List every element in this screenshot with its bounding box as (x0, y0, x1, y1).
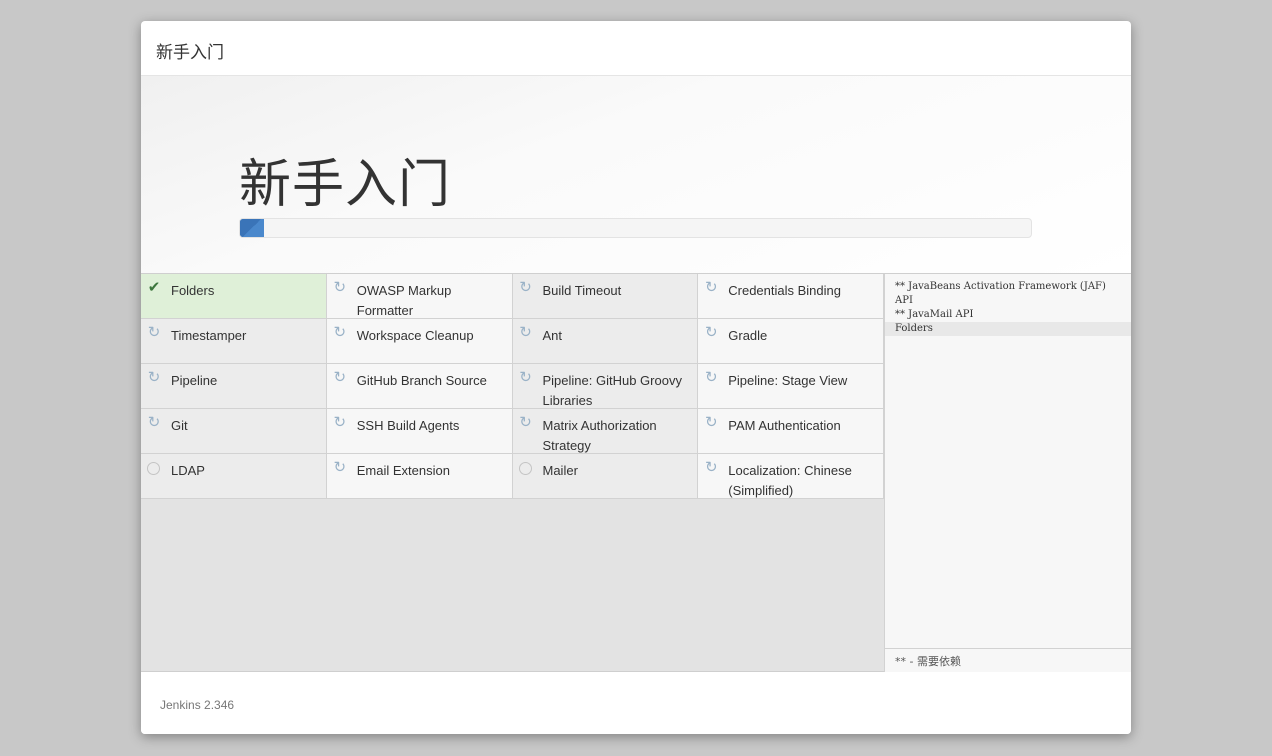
setup-wizard-dialog: 新手入门 新手入门 ✔ Folders ↻ OWASP Markup Formatte… (141, 21, 1131, 734)
log-line: ** JavaMail API (895, 309, 974, 320)
install-log: ** JavaBeans Activation Framework (JAF) … (885, 274, 1131, 336)
refresh-spinner-icon: ↻ (704, 414, 718, 431)
plugin-name: Gradle (728, 328, 768, 343)
plugin-item: ↻ Credentials Binding (698, 274, 884, 319)
plugin-item: ↻ Git (141, 409, 327, 454)
plugin-item: ↻ Pipeline: Stage View (698, 364, 884, 409)
plugin-name: Email Extension (356, 463, 450, 478)
plugin-name: Localization: Chinese (Simplified) (728, 463, 852, 498)
plugin-item: ↻ OWASP Markup Formatter (326, 274, 513, 319)
refresh-spinner-icon: ↻ (333, 369, 347, 386)
plugin-name: Mailer (542, 463, 578, 478)
log-line: Folders (885, 322, 1131, 336)
plugin-name: Credentials Binding (728, 283, 841, 298)
plugin-name: Folders (171, 283, 215, 298)
refresh-spinner-icon: ↻ (704, 459, 718, 476)
log-legend: ** - 需要依赖 (885, 648, 1131, 672)
plugin-item: ↻ GitHub Branch Source (326, 364, 513, 409)
install-progress-bar (239, 218, 1032, 238)
plugin-name: Pipeline (171, 373, 218, 388)
pending-circle-icon (518, 462, 532, 475)
dialog-title: 新手入门 (156, 43, 224, 62)
plugin-list: ✔ Folders ↻ OWASP Markup Formatter ↻ Build Ti… (141, 274, 884, 499)
plugin-item: ↻ Email Extension (326, 454, 513, 499)
refresh-spinner-icon: ↻ (704, 369, 718, 386)
plugin-name: GitHub Branch Source (356, 373, 487, 388)
refresh-spinner-icon: ↻ (147, 324, 161, 341)
jenkins-version: Jenkins 2.346 (160, 698, 235, 712)
plugin-name: Git (171, 418, 188, 433)
plugin-item: ✔ Folders (141, 274, 327, 319)
plugin-item: ↻ Pipeline: GitHub Groovy Libraries (512, 364, 699, 409)
hero-title: 新手入门 (239, 156, 452, 214)
refresh-spinner-icon: ↻ (519, 369, 532, 386)
plugin-item: LDAP (141, 454, 327, 499)
plugin-name: Timestamper (171, 328, 247, 343)
plugin-item: ↻ PAM Authentication (698, 409, 884, 454)
plugin-item: ↻ Ant (512, 319, 699, 364)
plugin-name: OWASP Markup Formatter (356, 283, 452, 318)
pending-circle-icon (147, 462, 160, 475)
refresh-spinner-icon: ↻ (704, 279, 718, 296)
log-line: ** JavaBeans Activation Framework (JAF) … (895, 281, 1110, 306)
plugin-name: SSH Build Agents (356, 418, 460, 433)
plugin-name: Workspace Cleanup (356, 328, 474, 343)
plugin-item: Mailer (512, 454, 699, 499)
refresh-spinner-icon: ↻ (147, 414, 161, 431)
refresh-spinner-icon: ↻ (147, 369, 161, 386)
dialog-footer: Jenkins 2.346 (141, 672, 1131, 734)
plugin-item: ↻ SSH Build Agents (326, 409, 513, 454)
hero-banner: 新手入门 (141, 76, 1131, 274)
refresh-spinner-icon: ↻ (519, 279, 532, 296)
plugin-name: Matrix Authorization Strategy (542, 418, 657, 453)
refresh-spinner-icon: ↻ (333, 279, 347, 296)
plugin-name: Ant (542, 328, 563, 343)
plugin-name: LDAP (171, 463, 205, 478)
plugin-name: Pipeline: GitHub Groovy Libraries (542, 373, 682, 408)
refresh-spinner-icon: ↻ (519, 324, 532, 341)
refresh-spinner-icon: ↻ (519, 414, 532, 431)
plugin-item: ↻ Matrix Authorization Strategy (512, 409, 699, 454)
install-content: ✔ Folders ↻ OWASP Markup Formatter ↻ Build Ti… (141, 274, 1131, 672)
plugin-item: ↻ Timestamper (141, 319, 327, 364)
check-icon: ✔ (147, 279, 161, 296)
dialog-header: 新手入门 (141, 21, 1131, 76)
refresh-spinner-icon: ↻ (704, 324, 718, 341)
plugin-item: ↻ Workspace Cleanup (326, 319, 513, 364)
refresh-spinner-icon: ↻ (333, 414, 347, 431)
plugin-name: Pipeline: Stage View (728, 373, 848, 388)
plugin-name: Build Timeout (542, 283, 622, 298)
plugin-item: ↻ Localization: Chinese (Simplified) (698, 454, 884, 499)
install-log-panel[interactable]: ** JavaBeans Activation Framework (JAF) … (884, 274, 1131, 672)
plugin-name: PAM Authentication (728, 418, 841, 433)
refresh-spinner-icon: ↻ (333, 459, 347, 476)
plugin-item: ↻ Build Timeout (512, 274, 699, 319)
install-progress-fill (240, 219, 264, 237)
refresh-spinner-icon: ↻ (333, 324, 347, 341)
plugin-item: ↻ Pipeline (141, 364, 327, 409)
plugin-item: ↻ Gradle (698, 319, 884, 364)
